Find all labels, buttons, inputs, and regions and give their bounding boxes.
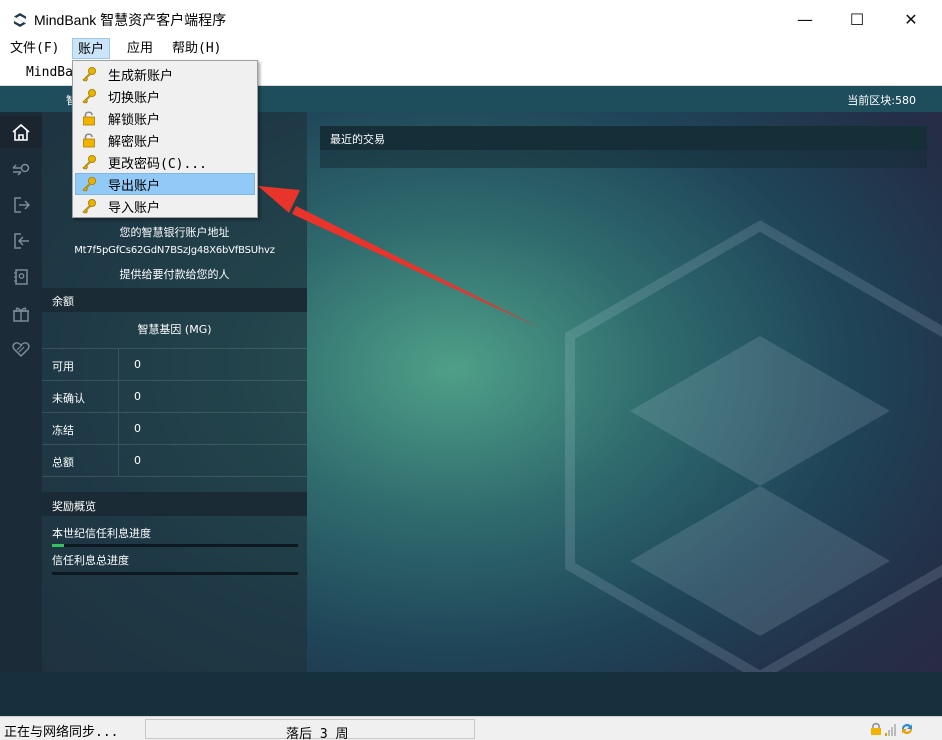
mindbank-logo-icon <box>14 13 26 27</box>
currency-label: 智慧基因 (MG) <box>42 318 307 349</box>
sync-progress-box: 落后 3 周 <box>145 719 475 740</box>
bottom-strip <box>0 672 942 716</box>
status-icons <box>870 721 930 737</box>
close-icon: ✕ <box>904 9 918 29</box>
unlock-icon <box>83 133 95 148</box>
rewards-heading: 奖励概览 <box>42 492 307 516</box>
account-menu-dropdown: 生成新账户 切换账户 解锁账户 解密账户 更改密码(C)... 导出账户 导入账… <box>72 60 258 218</box>
key-icon <box>82 89 96 104</box>
menu-help[interactable]: 帮助(H) <box>167 38 226 59</box>
recent-transactions-list <box>320 150 927 168</box>
address-book-icon[interactable] <box>8 264 34 290</box>
minimize-icon: — <box>797 9 813 29</box>
background-logo-icon <box>565 220 942 682</box>
total-progress-bar <box>52 572 298 575</box>
sidebar-nav <box>0 112 42 672</box>
menu-item-label: 更改密码(C)... <box>108 157 207 172</box>
menu-item-export-account[interactable]: 导出账户 <box>75 173 255 195</box>
balance-row-frozen: 冻结 0 <box>42 413 307 445</box>
menu-item-label: 导入账户 <box>108 201 161 216</box>
receive-icon[interactable] <box>8 228 34 254</box>
network-signal-icon[interactable] <box>885 724 897 736</box>
title-bar: MindBank 智慧资产客户端程序 — ☐ ✕ <box>0 0 942 38</box>
balance-row-label: 可用 <box>52 360 74 373</box>
menu-item-label: 切换账户 <box>108 91 161 106</box>
lock-icon[interactable] <box>870 722 882 736</box>
send-icon[interactable] <box>8 192 34 218</box>
balance-row-available: 可用 0 <box>42 349 307 381</box>
balance-row-value: 0 <box>134 358 141 371</box>
rewards-heading-label: 奖励概览 <box>52 500 96 513</box>
balance-row-label: 冻结 <box>52 424 74 437</box>
menu-item-label: 导出账户 <box>108 179 161 194</box>
menu-item-change-password[interactable]: 更改密码(C)... <box>75 151 255 173</box>
balance-row-label: 总额 <box>52 456 74 469</box>
gift-icon[interactable] <box>8 300 34 326</box>
current-block-label: 当前区块:580 <box>847 94 916 107</box>
balance-row-value: 0 <box>134 422 141 435</box>
recent-transactions-title: 最近的交易 <box>330 133 385 146</box>
sync-icon[interactable] <box>900 722 914 736</box>
divider <box>118 445 119 476</box>
balance-row-unconfirmed: 未确认 0 <box>42 381 307 413</box>
sync-behind-text: 落后 3 周 <box>286 727 349 740</box>
window-title: MindBank 智慧资产客户端程序 <box>34 12 227 28</box>
recent-transactions-heading: 最近的交易 <box>320 126 927 150</box>
century-progress-label: 本世纪信任利息进度 <box>52 527 151 540</box>
divider <box>118 349 119 380</box>
menu-apps[interactable]: 应用 <box>122 38 158 59</box>
total-progress-label: 信任利息总进度 <box>52 554 129 567</box>
sync-status-text: 正在与网络同步... <box>4 725 119 740</box>
app-window: MindBank 智慧资产客户端程序 — ☐ ✕ 文件(F) 账户 应用 帮助(… <box>0 0 942 740</box>
recent-transactions: 最近的交易 <box>320 126 927 168</box>
menu-item-unlock-account[interactable]: 解锁账户 <box>75 107 255 129</box>
home-icon[interactable] <box>8 119 34 145</box>
menu-file[interactable]: 文件(F) <box>5 38 64 59</box>
divider <box>118 381 119 412</box>
century-progress-fill <box>52 544 65 547</box>
menu-item-label: 生成新账户 <box>108 69 174 84</box>
account-address[interactable]: Mt7f5pGfCs62GdN7BSzJg48X6bVfBSUhvz <box>42 245 307 256</box>
tab-mindbank[interactable]: MindBa <box>26 65 73 80</box>
menu-item-create-account[interactable]: 生成新账户 <box>75 63 255 85</box>
status-bar: 正在与网络同步... 落后 3 周 <box>0 716 942 740</box>
balance-row-total: 总额 0 <box>42 445 307 477</box>
close-button[interactable]: ✕ <box>888 0 934 38</box>
key-icon <box>82 155 96 170</box>
balance-row-value: 0 <box>134 390 141 403</box>
menu-bar: 文件(F) 账户 应用 帮助(H) <box>0 38 942 60</box>
menu-item-import-account[interactable]: 导入账户 <box>75 195 255 217</box>
menu-item-label: 解密账户 <box>108 135 161 150</box>
key-icon <box>82 67 96 82</box>
balance-heading: 余额 <box>42 288 307 312</box>
key-icon <box>82 177 96 192</box>
divider <box>118 413 119 444</box>
maximize-icon: ☐ <box>849 9 865 29</box>
address-hint: 提供给要付款给您的人 <box>119 268 230 281</box>
key-icon <box>82 199 96 214</box>
menu-item-decrypt-account[interactable]: 解密账户 <box>75 129 255 151</box>
menu-item-label: 解锁账户 <box>108 113 161 128</box>
balance-row-value: 0 <box>134 454 141 467</box>
balance-row-label: 未确认 <box>52 392 85 405</box>
minimize-button[interactable]: — <box>782 0 828 38</box>
maximize-button[interactable]: ☐ <box>834 0 880 38</box>
balance-heading-label: 余额 <box>52 295 74 308</box>
century-progress-bar <box>52 544 298 547</box>
heart-icon[interactable] <box>8 336 34 362</box>
menu-account[interactable]: 账户 <box>72 38 111 59</box>
transfer-icon[interactable] <box>8 156 34 182</box>
unlock-icon <box>83 111 95 126</box>
address-title: 您的智慧银行账户地址 <box>119 226 230 239</box>
menu-item-switch-account[interactable]: 切换账户 <box>75 85 255 107</box>
